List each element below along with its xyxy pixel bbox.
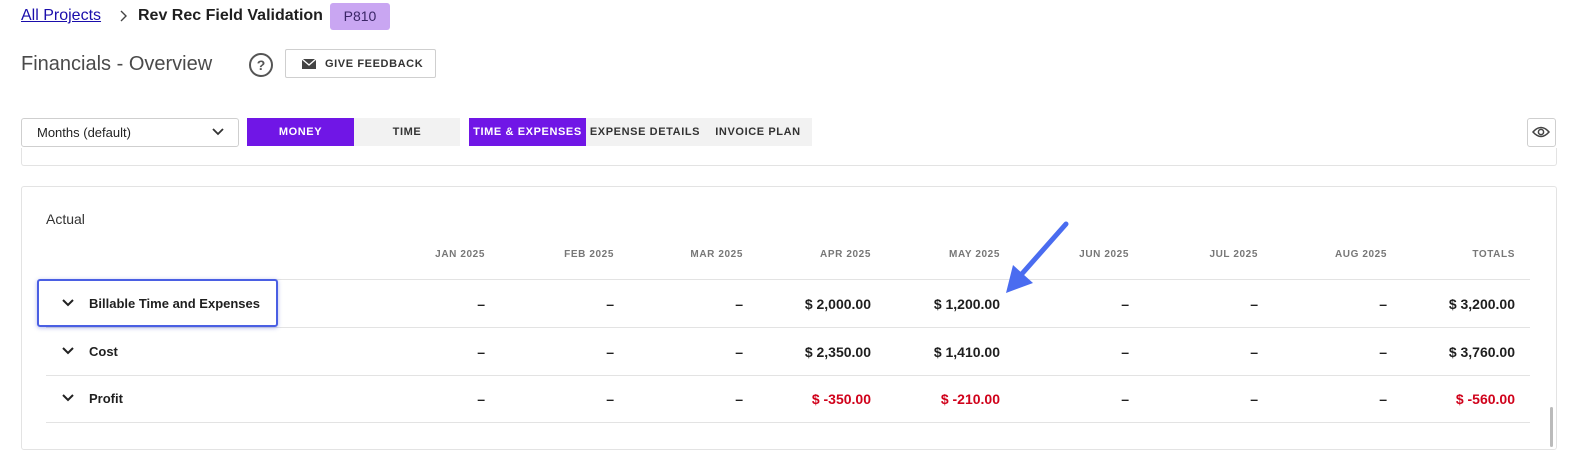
table-cell: – <box>1121 391 1129 407</box>
chevron-right-icon <box>120 10 127 22</box>
chevron-down-icon <box>212 128 224 136</box>
table-cell: – <box>477 296 485 312</box>
column-header: FEB 2025 <box>564 249 614 260</box>
project-id-badge: P810 <box>330 3 390 30</box>
give-feedback-button[interactable]: GIVE FEEDBACK <box>285 49 436 78</box>
eye-icon <box>1532 126 1550 138</box>
column-header: JAN 2025 <box>435 249 485 260</box>
column-header: JUL 2025 <box>1209 249 1258 260</box>
tab-expense-details[interactable]: EXPENSE DETAILS <box>586 118 704 146</box>
table-cell: $ -350.00 <box>811 391 871 407</box>
give-feedback-label: GIVE FEEDBACK <box>325 58 424 70</box>
table-cell: – <box>477 344 485 360</box>
chevron-down-icon[interactable] <box>62 394 74 402</box>
table-cell: – <box>606 296 614 312</box>
table-cell: – <box>1250 344 1258 360</box>
upper-panel <box>21 148 1557 166</box>
tab-invoice-plan[interactable]: INVOICE PLAN <box>704 118 812 146</box>
table-cell: $ 1,200.00 <box>933 296 1000 312</box>
table-cell: – <box>1379 391 1387 407</box>
table-cell: – <box>735 344 743 360</box>
section-title-actual: Actual <box>46 211 85 227</box>
row-label: Profit <box>89 391 123 406</box>
table-cell: $ 1,410.00 <box>933 344 1000 360</box>
table-cell: – <box>735 391 743 407</box>
column-header: MAY 2025 <box>949 249 1000 260</box>
column-header: AUG 2025 <box>1334 249 1387 260</box>
table-cell: – <box>477 391 485 407</box>
table-cell: – <box>735 296 743 312</box>
row-label: Cost <box>89 344 118 359</box>
annotation-arrow-icon <box>1006 221 1069 293</box>
table-cell: – <box>1379 344 1387 360</box>
column-header: MAR 2025 <box>690 249 743 260</box>
table-cell: – <box>1250 296 1258 312</box>
column-header: APR 2025 <box>820 249 871 260</box>
breadcrumb-all-projects[interactable]: All Projects <box>21 7 101 25</box>
row-divider <box>46 422 1530 423</box>
tab-time-expenses[interactable]: TIME & EXPENSES <box>469 118 586 146</box>
table-cell-total: $ -560.00 <box>1455 391 1515 407</box>
envelope-icon <box>302 59 316 69</box>
chevron-down-icon[interactable] <box>62 347 74 355</box>
scrollbar-thumb[interactable] <box>1550 407 1553 447</box>
tab-money[interactable]: MONEY <box>247 118 354 146</box>
table-cell: – <box>1250 391 1258 407</box>
table-cell-total: $ 3,760.00 <box>1448 344 1515 360</box>
visibility-toggle-button[interactable] <box>1527 118 1556 147</box>
table-cell: $ 2,000.00 <box>804 296 871 312</box>
table-cell: – <box>1121 344 1129 360</box>
period-select-value: Months (default) <box>37 125 131 140</box>
highlight-box <box>37 279 278 327</box>
tab-time[interactable]: TIME <box>354 118 460 146</box>
table-cell: – <box>606 391 614 407</box>
page-title: Financials - Overview <box>21 53 213 75</box>
table-cell: – <box>1379 296 1387 312</box>
table-cell-total: $ 3,200.00 <box>1448 296 1515 312</box>
table-cell: $ -210.00 <box>940 391 1000 407</box>
period-select[interactable]: Months (default) <box>21 118 239 147</box>
breadcrumb-current-project: Rev Rec Field Validation <box>138 7 323 24</box>
table-cell: $ 2,350.00 <box>804 344 871 360</box>
column-header-totals: TOTALS <box>1472 249 1515 260</box>
table-cell: – <box>606 344 614 360</box>
help-icon[interactable]: ? <box>249 53 273 77</box>
